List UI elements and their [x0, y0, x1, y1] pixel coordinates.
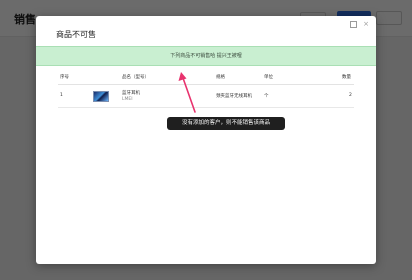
window-controls: ×	[350, 20, 370, 28]
product-qty: 2	[349, 93, 352, 98]
notice-banner: 下列商品不可销售哈 提兴王被哩	[36, 46, 376, 66]
unsellable-goods-dialog: 商品不可售 × 下列商品不可销售哈 提兴王被哩 序号 品名（型号） 规格 单位 …	[36, 16, 376, 264]
row-index: 1	[60, 93, 63, 98]
col-index: 序号	[60, 75, 69, 80]
product-spec: 颈夹蓝牙无线耳机	[216, 94, 252, 99]
product-unit: 个	[264, 94, 269, 99]
maximize-icon[interactable]	[350, 20, 358, 28]
table-row[interactable]: 1 蓝牙耳机 LMEI 颈夹蓝牙无线耳机 个 2	[58, 85, 354, 108]
annotation-tooltip: 没有添加的客户，则不能销售该商品	[167, 117, 285, 130]
col-name: 品名（型号）	[122, 75, 149, 80]
dialog-title: 商品不可售	[56, 30, 96, 39]
product-thumbnail	[93, 91, 109, 102]
col-spec: 规格	[216, 75, 225, 80]
col-unit: 单位	[264, 75, 273, 80]
close-icon[interactable]: ×	[362, 20, 370, 28]
product-name: 蓝牙耳机	[122, 91, 140, 96]
table-header: 序号 品名（型号） 规格 单位 数量	[58, 68, 354, 85]
product-model: LMEI	[122, 97, 133, 102]
goods-table: 序号 品名（型号） 规格 单位 数量 1 蓝牙耳机 LMEI 颈夹蓝牙无线耳机 …	[58, 68, 354, 108]
col-qty: 数量	[342, 75, 351, 80]
